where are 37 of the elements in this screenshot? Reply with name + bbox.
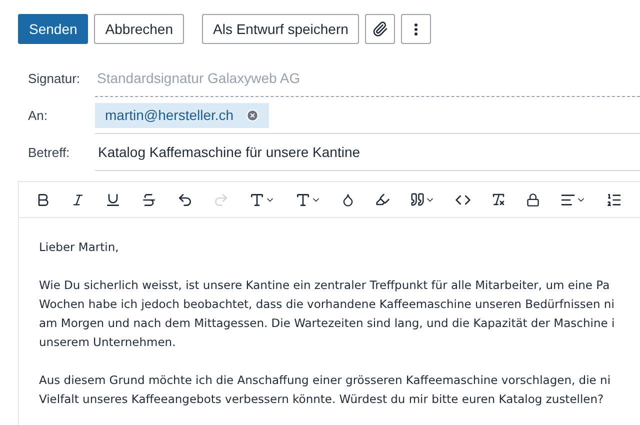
body-text-line: am Morgen und nach dem Mittagessen. Die Wartezeiten sind lang, und die Kapazität der Maschine i xyxy=(39,315,615,332)
body-text-line: Lieber Martin, xyxy=(39,239,119,256)
field-label: An: xyxy=(27,106,49,125)
signature-placeholder: Standardsignatur Galaxyweb AG xyxy=(96,68,302,88)
lock-icon xyxy=(526,192,540,206)
body-text-line: Wochen habe ich jedoch beobachtet, dass die vorhandene Kaffeemaschine unseren Bedürfnissen ni xyxy=(39,296,614,313)
body-text-line: Wie Du sicherlich weisst, ist unsere Kantine ein zentraler Treffpunkt für alle Mitarbeiter, um eine Pa xyxy=(39,277,610,294)
font-icon xyxy=(249,192,265,208)
body-text-line: Vielfalt unseres Kaffeeangebots verbessern könnte. Würdest du mir bitte euren Katalog zustellen? xyxy=(39,391,604,408)
remove-icon xyxy=(246,108,259,122)
paperclip-icon xyxy=(372,21,388,37)
highlighter-icon xyxy=(375,192,390,207)
send-button[interactable]: Senden xyxy=(18,14,88,44)
align-icon xyxy=(560,192,576,208)
recipient-chip[interactable]: martin@hersteller.ch xyxy=(95,102,269,128)
redo-icon xyxy=(213,192,229,208)
underline-icon xyxy=(105,192,121,208)
subject-value: Katalog Kaffemaschine für unsere Kantine xyxy=(97,142,362,162)
field-label: Betreff: xyxy=(27,144,71,162)
attach-button[interactable] xyxy=(365,14,396,44)
undo-icon xyxy=(177,192,193,208)
clear-format-icon xyxy=(491,192,506,207)
italic-icon xyxy=(71,192,85,206)
more-icon xyxy=(414,22,418,36)
font-size-icon xyxy=(295,192,311,208)
color-drop-icon xyxy=(341,192,355,206)
recipient-field[interactable]: martin@hersteller.ch xyxy=(95,97,640,134)
numbered-list-icon xyxy=(606,192,622,208)
field-label: Signatur: xyxy=(27,70,82,88)
quote-icon xyxy=(410,192,425,207)
body-text-line: Aus diesem Grund möchte ich die Anschaffung einer grösseren Kaffeemaschine vorschlagen, die ni xyxy=(39,372,611,389)
strikethrough-icon xyxy=(141,192,157,208)
body-text-line: unserem Unternehmen. xyxy=(39,334,176,351)
subject-field[interactable]: Katalog Kaffemaschine für unsere Kantine xyxy=(95,134,640,171)
save-draft-button[interactable]: Als Entwurf speichern xyxy=(202,14,360,44)
cancel-button[interactable]: Abbrechen xyxy=(94,14,184,44)
more-button[interactable] xyxy=(401,14,432,44)
